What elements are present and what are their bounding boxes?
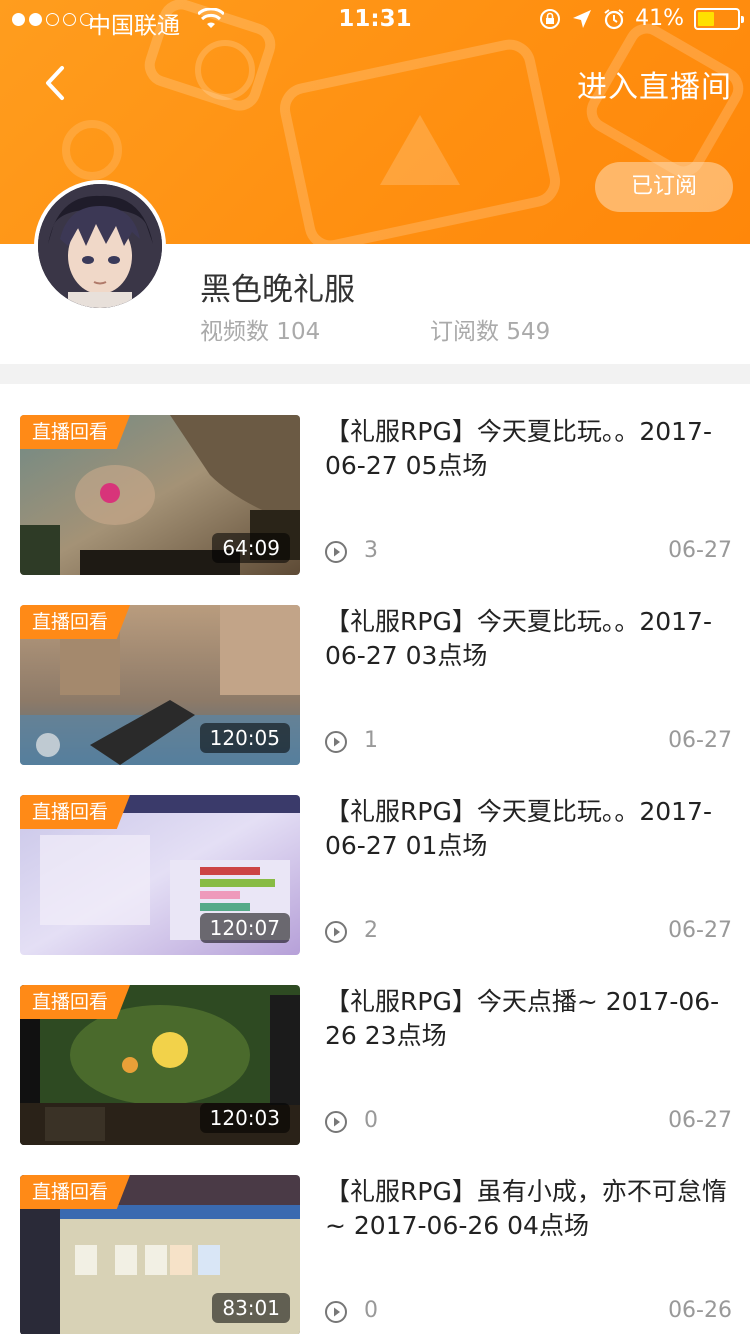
play-count: 1 [364, 728, 378, 753]
battery-level [698, 11, 714, 26]
replay-badge: 直播回看 [20, 415, 130, 449]
play-count: 2 [364, 918, 378, 943]
video-date: 06-27 [668, 728, 732, 753]
video-date: 06-27 [668, 918, 732, 943]
video-item[interactable]: 直播回看 120:03 【礼服RPG】今天点播~ 2017-06-26 23点场… [0, 985, 750, 1145]
video-date: 06-27 [668, 1108, 732, 1133]
video-item[interactable]: 直播回看 120:07 【礼服RPG】今天夏比玩。。2017-06-27 01点… [0, 795, 750, 955]
alarm-icon [604, 8, 624, 29]
decor-play-circle [195, 40, 255, 100]
avatar[interactable] [34, 180, 166, 312]
replay-badge: 直播回看 [20, 795, 130, 829]
replay-badge: 直播回看 [20, 605, 130, 639]
play-count: 3 [364, 538, 378, 563]
play-count-icon [325, 731, 347, 753]
video-item[interactable]: 直播回看 83:01 【礼服RPG】虽有小成，亦不可怠惰~ 2017-06-26… [0, 1175, 750, 1334]
play-count-icon [325, 1111, 347, 1133]
location-arrow-icon [573, 9, 592, 28]
video-duration: 120:05 [199, 723, 290, 753]
play-count-icon [325, 1301, 347, 1323]
video-title[interactable]: 【礼服RPG】今天夏比玩。。2017-06-27 05点场 [325, 415, 730, 483]
video-thumbnail[interactable]: 直播回看 83:01 [20, 1175, 300, 1334]
video-duration: 64:09 [212, 533, 290, 563]
play-count-icon [325, 541, 347, 563]
video-duration: 120:07 [199, 913, 290, 943]
video-title[interactable]: 【礼服RPG】今天夏比玩。。2017-06-27 01点场 [325, 795, 730, 863]
video-title[interactable]: 【礼服RPG】今天夏比玩。。2017-06-27 03点场 [325, 605, 730, 673]
status-bar: 中国联通 11:31 41% [0, 0, 750, 40]
video-title[interactable]: 【礼服RPG】今天点播~ 2017-06-26 23点场 [325, 985, 730, 1053]
decor-play-triangle [380, 115, 460, 185]
subscribed-button[interactable]: 已订阅 [595, 162, 733, 212]
video-thumbnail[interactable]: 直播回看 120:03 [20, 985, 300, 1145]
video-thumbnail[interactable]: 直播回看 64:09 [20, 415, 300, 575]
rotation-lock-icon [540, 8, 561, 29]
section-divider [0, 364, 750, 384]
video-duration: 120:03 [199, 1103, 290, 1133]
replay-badge: 直播回看 [20, 985, 130, 1019]
battery-percentage: 41% [635, 6, 684, 31]
video-duration: 83:01 [212, 1293, 290, 1323]
channel-name: 黑色晚礼服 [200, 272, 355, 308]
replay-badge: 直播回看 [20, 1175, 130, 1209]
video-thumbnail[interactable]: 直播回看 120:07 [20, 795, 300, 955]
video-count: 视频数 104 [200, 319, 321, 345]
video-item[interactable]: 直播回看 64:09 【礼服RPG】今天夏比玩。。2017-06-27 05点场… [0, 415, 750, 575]
video-date: 06-26 [668, 1298, 732, 1323]
play-count: 0 [364, 1298, 378, 1323]
play-count-icon [325, 921, 347, 943]
video-thumbnail[interactable]: 直播回看 120:05 [20, 605, 300, 765]
video-title[interactable]: 【礼服RPG】虽有小成，亦不可怠惰~ 2017-06-26 04点场 [325, 1175, 730, 1243]
subscriber-count: 订阅数 549 [430, 319, 551, 345]
play-count: 0 [364, 1108, 378, 1133]
back-button[interactable] [30, 58, 80, 108]
battery-icon [694, 7, 744, 30]
video-date: 06-27 [668, 538, 732, 563]
channel-stats: 视频数 104 订阅数 549 [200, 312, 550, 346]
enter-live-room-button[interactable]: 进入直播间 [577, 62, 732, 106]
decor-circle [62, 120, 122, 180]
video-item[interactable]: 直播回看 120:05 【礼服RPG】今天夏比玩。。2017-06-27 03点… [0, 605, 750, 765]
